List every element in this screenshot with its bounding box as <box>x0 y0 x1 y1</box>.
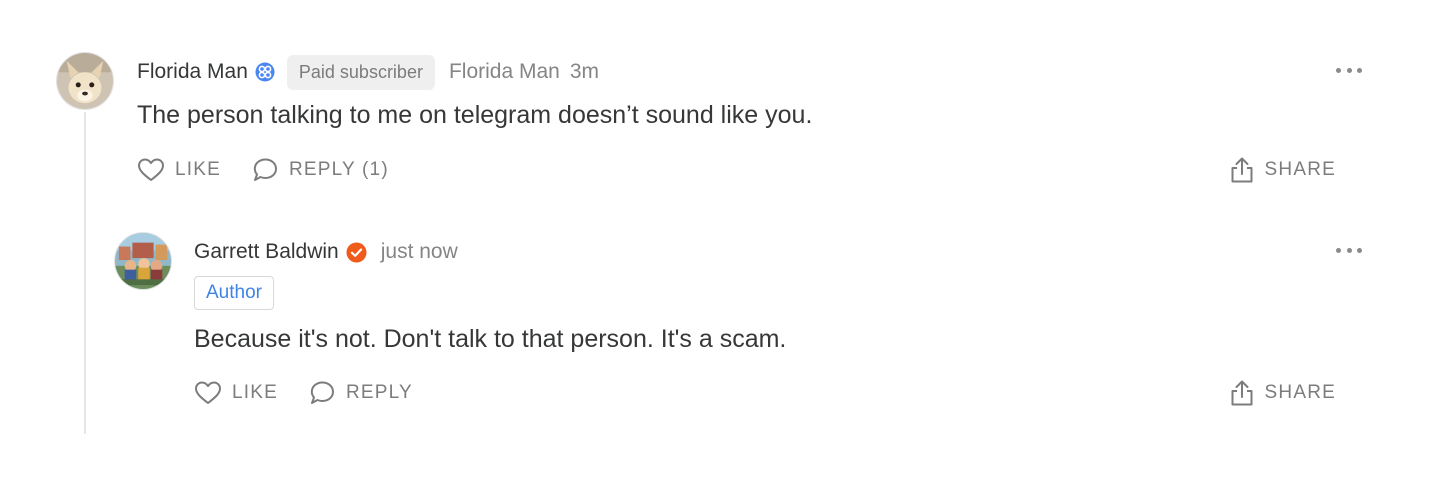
share-button[interactable]: SHARE <box>1229 379 1336 407</box>
share-label: SHARE <box>1264 159 1336 180</box>
dog-avatar-image <box>57 53 113 109</box>
like-button[interactable]: LIKE <box>137 157 221 183</box>
heart-icon <box>138 158 164 181</box>
comment-body: The person talking to me on telegram doe… <box>137 101 813 129</box>
more-dots-icon <box>1336 247 1341 253</box>
more-options-button[interactable] <box>1336 243 1362 257</box>
avatar-florida-man[interactable] <box>56 52 114 110</box>
share-button[interactable]: SHARE <box>1229 156 1336 184</box>
illustrated-avatar-image <box>115 233 171 289</box>
share-upload-icon <box>1231 157 1253 183</box>
author-tag: Author <box>194 276 274 310</box>
speech-bubble-icon <box>253 158 277 181</box>
share-upload-icon <box>1231 380 1253 406</box>
comment-actions: LIKE REPLY (1) <box>137 157 419 183</box>
like-button[interactable]: LIKE <box>194 380 278 406</box>
reply-label: REPLY <box>346 382 413 403</box>
comment-thread: Florida Man Paid subscriber Florida Man … <box>0 0 1446 492</box>
thread-line <box>84 112 86 434</box>
author-name[interactable]: Florida Man <box>137 60 248 84</box>
comment-header: Garrett Baldwin just now <box>194 234 458 270</box>
subscriber-badge-icon <box>255 62 275 82</box>
verified-check-icon <box>346 242 367 263</box>
reply-button[interactable]: REPLY <box>308 380 413 406</box>
comment-timestamp[interactable]: just now <box>381 240 458 264</box>
heart-icon <box>195 381 221 404</box>
comment-actions: LIKE REPLY <box>194 380 443 406</box>
like-label: LIKE <box>232 382 278 403</box>
share-label: SHARE <box>1264 382 1336 403</box>
avatar-garrett-baldwin[interactable] <box>114 232 172 290</box>
comment-timestamp[interactable]: 3m <box>570 60 599 84</box>
more-options-button[interactable] <box>1336 63 1362 77</box>
speech-bubble-icon <box>310 381 334 404</box>
comment-header: Florida Man Paid subscriber Florida Man … <box>137 54 599 90</box>
author-name[interactable]: Garrett Baldwin <box>194 240 339 264</box>
paid-subscriber-label: Paid subscriber <box>286 54 435 90</box>
author-handle[interactable]: Florida Man <box>449 60 560 84</box>
reply-label: REPLY (1) <box>289 159 389 180</box>
more-dots-icon <box>1336 67 1341 73</box>
like-label: LIKE <box>175 159 221 180</box>
comment-body: Because it's not. Don't talk to that per… <box>194 325 787 353</box>
reply-button[interactable]: REPLY (1) <box>251 157 389 183</box>
